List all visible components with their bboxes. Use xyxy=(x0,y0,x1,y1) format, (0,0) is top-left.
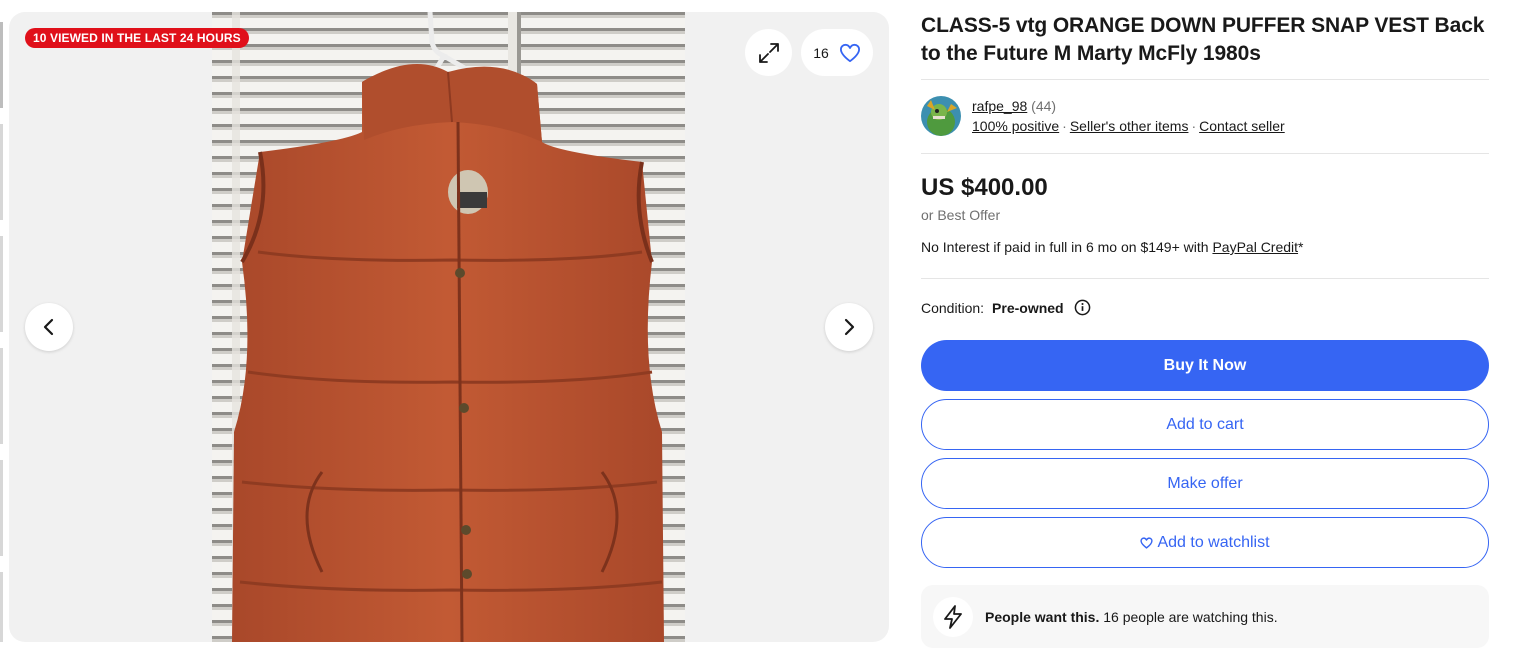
add-to-watchlist-button[interactable]: Add to watchlist xyxy=(921,517,1489,568)
seller-name-link[interactable]: rafpe_98 xyxy=(972,98,1027,114)
urgency-signal: People want this. 16 people are watching… xyxy=(921,585,1489,648)
lightning-icon xyxy=(944,604,962,629)
divider xyxy=(921,153,1489,154)
seller-info: rafpe_98 (44) 100% positive · Seller's oth… xyxy=(972,96,1285,136)
credit-asterisk: * xyxy=(1298,239,1304,255)
add-to-watchlist-label: Add to watchlist xyxy=(1157,533,1270,551)
add-to-cart-label: Add to cart xyxy=(1166,415,1244,433)
make-offer-button[interactable]: Make offer xyxy=(921,458,1489,509)
viewed-badge: 10 VIEWED IN THE LAST 24 HOURS xyxy=(25,28,249,48)
condition-label: Condition: xyxy=(921,299,985,316)
urgency-text: People want this. 16 people are watching… xyxy=(985,609,1278,625)
product-photo[interactable] xyxy=(212,12,685,642)
image-gallery: 10 VIEWED IN THE LAST 24 HOURS 16 xyxy=(9,12,889,642)
expand-button[interactable] xyxy=(745,29,792,76)
price: US $400.00 xyxy=(921,174,1048,201)
lightning-icon-wrap xyxy=(933,596,973,637)
listing-page: 10 VIEWED IN THE LAST 24 HOURS 16 CLASS-… xyxy=(0,0,1540,665)
paypal-credit-link[interactable]: PayPal Credit xyxy=(1212,239,1298,255)
urgency-detail: 16 people are watching this. xyxy=(1099,608,1278,625)
add-to-cart-button[interactable]: Add to cart xyxy=(921,399,1489,450)
credit-offer: No Interest if paid in full in 6 mo on $… xyxy=(921,237,1304,257)
thumbnail-strip[interactable] xyxy=(0,12,3,642)
chevron-left-icon xyxy=(43,318,54,336)
condition-value: Pre-owned xyxy=(992,299,1064,316)
contact-seller-link[interactable]: Contact seller xyxy=(1199,118,1285,134)
info-icon[interactable] xyxy=(1074,299,1091,316)
watch-count-button[interactable]: 16 xyxy=(801,29,873,76)
heart-icon xyxy=(1140,536,1154,549)
expand-icon xyxy=(758,42,779,63)
separator-dot: · xyxy=(1191,118,1197,134)
urgency-strong: People want this. xyxy=(985,608,1100,625)
separator-dot: · xyxy=(1062,118,1067,134)
vest-photo-illustration xyxy=(212,12,685,642)
seller-avatar[interactable] xyxy=(921,96,961,136)
seller-positive-link[interactable]: 100% positive xyxy=(972,118,1059,134)
seller-card: rafpe_98 (44) 100% positive · Seller's oth… xyxy=(921,96,1285,136)
make-offer-label: Make offer xyxy=(1167,474,1243,492)
buy-it-now-button[interactable]: Buy It Now xyxy=(921,340,1489,391)
best-offer-label: or Best Offer xyxy=(921,207,1001,223)
seller-other-items-link[interactable]: Seller's other items xyxy=(1070,118,1189,134)
watch-count: 16 xyxy=(813,44,829,61)
previous-image-button[interactable] xyxy=(25,303,73,351)
heart-icon xyxy=(839,43,860,62)
buy-it-now-label: Buy It Now xyxy=(1163,356,1247,374)
credit-text: No Interest if paid in full in 6 mo on $… xyxy=(921,239,1213,255)
divider xyxy=(921,79,1489,80)
condition-row: Condition: Pre-owned xyxy=(921,299,1091,316)
chevron-right-icon xyxy=(844,318,855,336)
divider xyxy=(921,278,1489,279)
seller-feedback-count: (44) xyxy=(1031,98,1057,114)
listing-title: CLASS-5 vtg ORANGE DOWN PUFFER SNAP VEST… xyxy=(921,14,1485,65)
next-image-button[interactable] xyxy=(825,303,873,351)
avatar-image xyxy=(921,96,961,136)
